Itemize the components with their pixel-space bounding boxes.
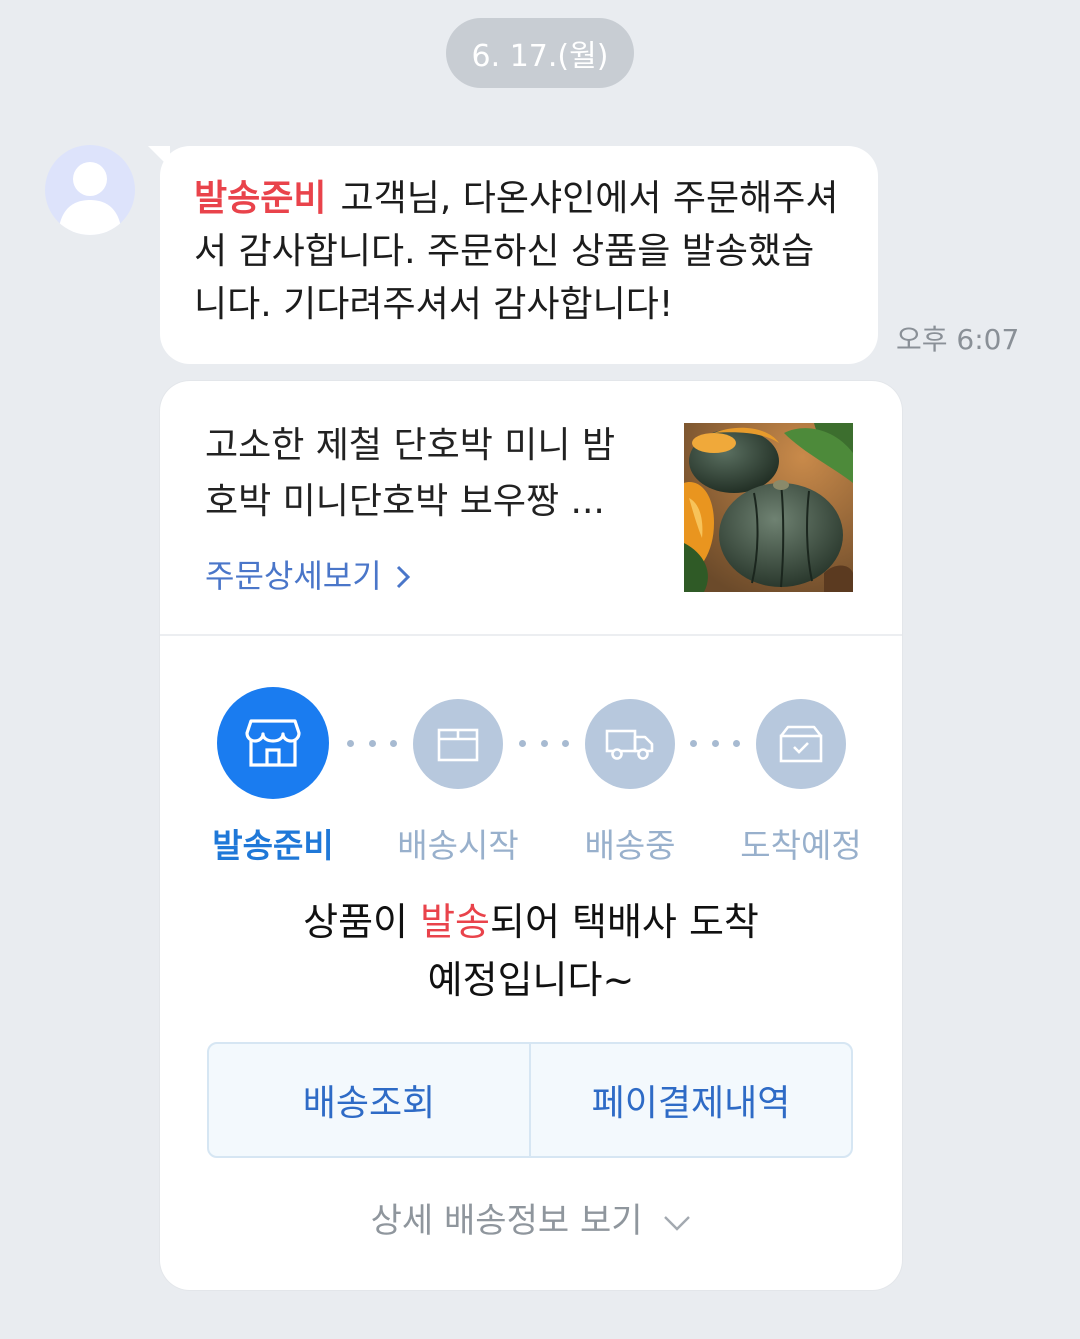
- payment-history-button[interactable]: 페이결제내역: [529, 1044, 851, 1156]
- truck-icon: [605, 729, 654, 760]
- more-shipping-info-toggle[interactable]: 상세 배송정보 보기: [160, 1193, 902, 1242]
- product-title-line1: 고소한 제철 단호박 미니 밤: [205, 425, 616, 466]
- date-separator: 6. 17.(월): [446, 18, 634, 88]
- status-message-line2: 예정입니다~: [427, 958, 635, 1002]
- product-title-line2: 호박 미니단호박 보우짱 ...: [205, 481, 605, 522]
- status-message-pre: 상품이: [303, 900, 421, 944]
- order-detail-label: 주문상세보기: [205, 557, 382, 595]
- message-tag: 발송준비: [194, 178, 327, 219]
- shipping-card: 고소한 제철 단호박 미니 밤 호박 미니단호박 보우짱 ... 주문상세보기: [160, 381, 902, 1290]
- message-bubble: 발송준비 고객님, 다온샤인에서 주문해주셔서 감사합니다. 주문하신 상품을 발…: [160, 146, 878, 364]
- step-1-label: 발송준비: [212, 826, 334, 865]
- step-connector-2: [519, 740, 569, 748]
- chevron-right-icon: [396, 565, 410, 589]
- message-time: 오후 6:07: [896, 323, 1020, 356]
- product-title[interactable]: 고소한 제철 단호박 미니 밤 호박 미니단호박 보우짱 ...: [205, 418, 645, 530]
- store-icon: [245, 719, 301, 767]
- step-4-label: 도착예정: [740, 826, 862, 865]
- tracking-button[interactable]: 배송조회: [209, 1044, 529, 1156]
- card-divider: [160, 634, 902, 636]
- product-thumbnail[interactable]: [684, 423, 853, 592]
- step-connector-3: [690, 740, 740, 748]
- step-3-label: 배송중: [584, 826, 676, 865]
- order-detail-link[interactable]: 주문상세보기: [205, 551, 412, 597]
- box-icon: [437, 728, 479, 762]
- step-2-circle: [413, 699, 503, 789]
- action-buttons: 배송조회 페이결제내역: [207, 1042, 853, 1158]
- step-3-circle: [585, 699, 675, 789]
- pumpkin-image: [684, 423, 853, 592]
- step-1-circle: [217, 687, 329, 799]
- status-message: 상품이 발송되어 택배사 도착 예정입니다~: [160, 893, 902, 1009]
- sender-avatar[interactable]: [45, 145, 135, 235]
- status-message-highlight: 발송: [420, 900, 490, 944]
- status-message-post: 되어 택배사 도착: [490, 900, 759, 944]
- more-shipping-info-label: 상세 배송정보 보기: [370, 1201, 643, 1241]
- package-check-icon: [779, 725, 823, 763]
- chevron-down-icon: [664, 1215, 691, 1231]
- step-4-circle: [756, 699, 846, 789]
- step-connector-1: [347, 740, 397, 748]
- step-2-label: 배송시작: [397, 826, 519, 865]
- person-icon: [58, 162, 122, 235]
